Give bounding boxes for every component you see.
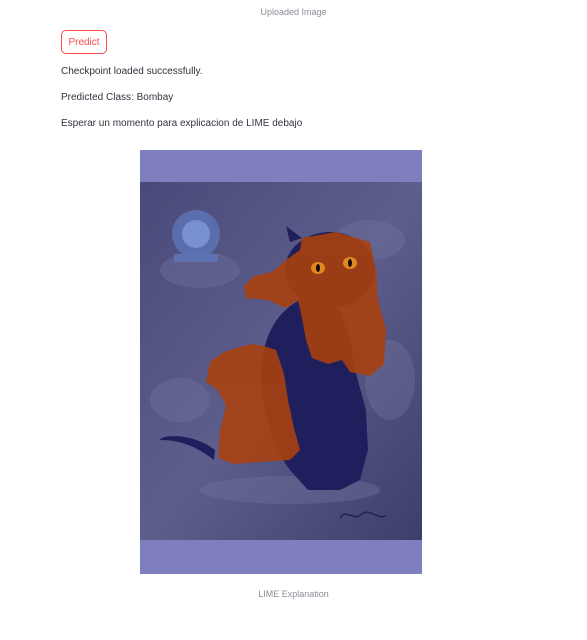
lime-wait-text: Esperar un momento para explicacion de L… <box>61 118 303 129</box>
lime-overlay-graphic <box>140 182 422 540</box>
lime-explanation-caption: LIME Explanation <box>258 589 329 599</box>
uploaded-image-caption: Uploaded Image <box>260 7 327 17</box>
checkpoint-status-text: Checkpoint loaded successfully. <box>61 66 203 77</box>
predict-button[interactable]: Predict <box>61 30 107 54</box>
watermark-logo <box>172 210 220 262</box>
predicted-class-text: Predicted Class: Bombay <box>61 92 174 103</box>
lime-explanation-image <box>140 150 422 574</box>
